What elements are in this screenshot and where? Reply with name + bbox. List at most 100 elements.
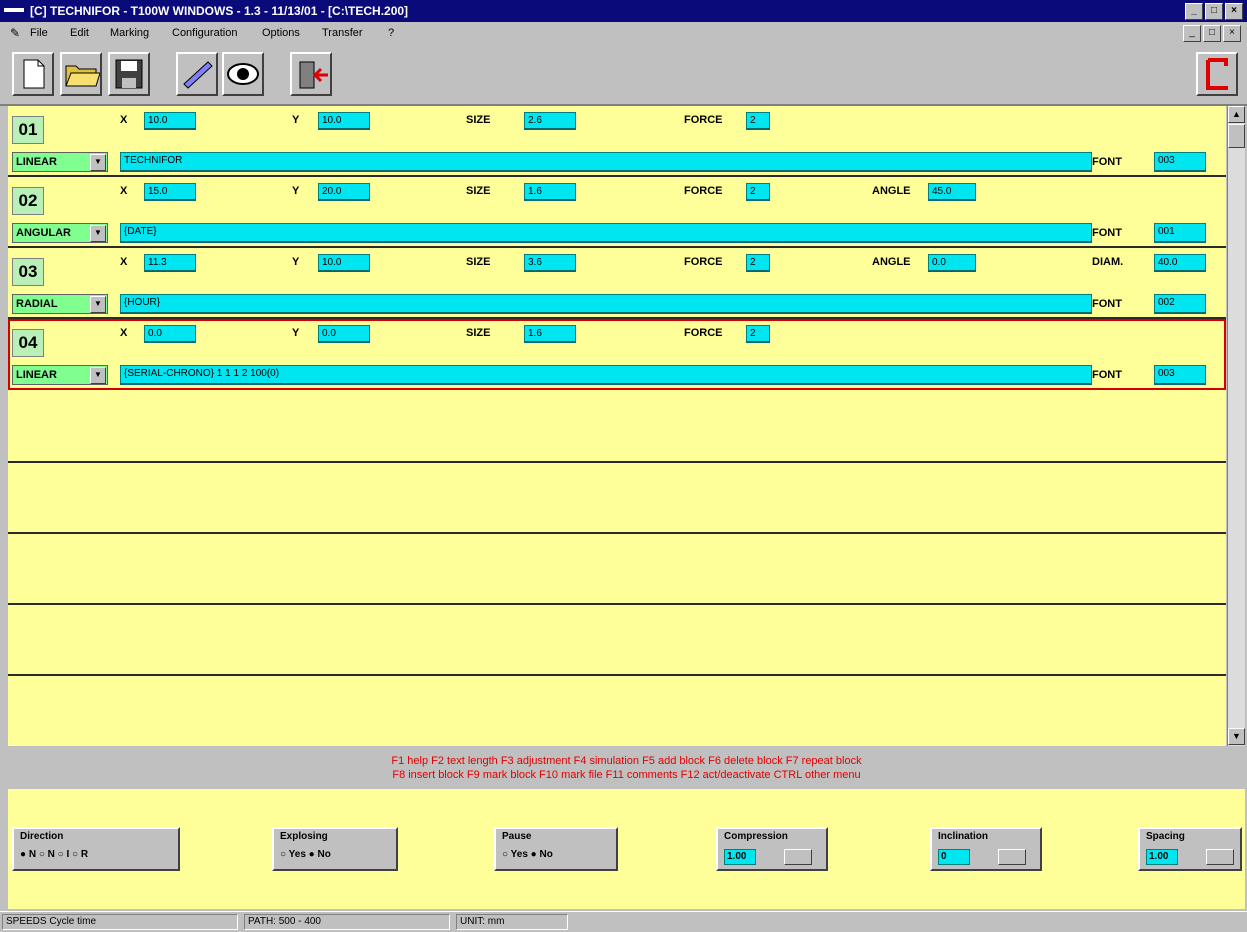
empty-block-row[interactable] xyxy=(8,534,1226,605)
y-field[interactable]: 0.0 xyxy=(318,325,370,343)
block-number: 03 xyxy=(12,258,44,286)
vertical-scrollbar[interactable]: ▲ ▼ xyxy=(1227,106,1245,746)
scroll-up-button[interactable]: ▲ xyxy=(1228,106,1245,123)
explosing-radios[interactable]: ○ Yes ● No xyxy=(280,849,331,860)
mode-select[interactable]: RADIAL ▼ xyxy=(12,294,108,314)
menu-marking[interactable]: Marking xyxy=(110,27,149,39)
mode-select[interactable]: LINEAR ▼ xyxy=(12,365,108,385)
size-field[interactable]: 2.6 xyxy=(524,112,576,130)
font-field[interactable]: 003 xyxy=(1154,365,1206,385)
compression-field[interactable]: 1.00 xyxy=(724,849,756,865)
marking-block-01[interactable]: 01 X 10.0 Y 10.0 SIZE 2.6 FORCE 2 LINEAR… xyxy=(8,106,1226,177)
font-field[interactable]: 002 xyxy=(1154,294,1206,314)
doc-minimize-button[interactable]: _ xyxy=(1183,25,1201,42)
compression-group[interactable]: Compression 1.00 xyxy=(716,827,828,871)
force-label: FORCE xyxy=(684,256,723,268)
empty-block-row[interactable] xyxy=(8,605,1226,676)
inclination-spin-button[interactable] xyxy=(998,849,1026,865)
font-field[interactable]: 003 xyxy=(1154,152,1206,172)
marking-block-02[interactable]: 02 X 15.0 Y 20.0 SIZE 1.6 FORCE 2 ANGLE … xyxy=(8,177,1226,248)
mode-value: RADIAL xyxy=(16,298,58,310)
force-label: FORCE xyxy=(684,185,723,197)
save-file-button[interactable] xyxy=(108,52,150,96)
size-field[interactable]: 1.6 xyxy=(524,183,576,201)
new-file-button[interactable] xyxy=(12,52,54,96)
font-field[interactable]: 001 xyxy=(1154,223,1206,243)
menu-file[interactable]: File xyxy=(30,27,48,39)
inclination-field[interactable]: 0 xyxy=(938,849,970,865)
angle-field[interactable]: 0.0 xyxy=(928,254,976,272)
inclination-title: Inclination xyxy=(938,831,988,842)
x-field[interactable]: 11.3 xyxy=(144,254,196,272)
mode-select[interactable]: LINEAR ▼ xyxy=(12,152,108,172)
technifor-logo-icon xyxy=(1206,58,1228,90)
text-field[interactable]: {SERIAL-CHRONO} 1 1 1 2 100(0) xyxy=(120,365,1092,385)
spacing-spin-button[interactable] xyxy=(1206,849,1234,865)
angle-label: ANGLE xyxy=(872,185,911,197)
maximize-button[interactable]: □ xyxy=(1205,3,1223,20)
chevron-down-icon[interactable]: ▼ xyxy=(90,296,106,313)
y-field[interactable]: 10.0 xyxy=(318,112,370,130)
doc-close-button[interactable]: × xyxy=(1223,25,1241,42)
empty-block-row[interactable] xyxy=(8,676,1226,746)
mode-select[interactable]: ANGULAR ▼ xyxy=(12,223,108,243)
system-menu-icon[interactable] xyxy=(4,8,24,12)
x-field[interactable]: 15.0 xyxy=(144,183,196,201)
block-number: 04 xyxy=(12,329,44,357)
menu-help[interactable]: ? xyxy=(388,27,394,39)
chevron-down-icon[interactable]: ▼ xyxy=(90,154,106,171)
force-field[interactable]: 2 xyxy=(746,254,770,272)
minimize-button[interactable]: _ xyxy=(1185,3,1203,20)
direction-title: Direction xyxy=(20,831,64,842)
direction-group[interactable]: Direction ● N ○ N ○ I ○ R xyxy=(12,827,180,871)
menu-transfer[interactable]: Transfer xyxy=(322,27,363,39)
font-label: FONT xyxy=(1092,227,1122,239)
y-label: Y xyxy=(292,185,300,197)
y-field[interactable]: 10.0 xyxy=(318,254,370,272)
open-file-button[interactable] xyxy=(60,52,102,96)
diameter-field[interactable]: 40.0 xyxy=(1154,254,1206,272)
explosing-group[interactable]: Explosing ○ Yes ● No xyxy=(272,827,398,871)
size-field[interactable]: 3.6 xyxy=(524,254,576,272)
compression-spin-button[interactable] xyxy=(784,849,812,865)
chevron-down-icon[interactable]: ▼ xyxy=(90,225,106,242)
font-label: FONT xyxy=(1092,369,1122,381)
size-field[interactable]: 1.6 xyxy=(524,325,576,343)
simulation-button[interactable] xyxy=(222,52,264,96)
marking-block-03[interactable]: 03 X 11.3 Y 10.0 SIZE 3.6 FORCE 2 ANGLE … xyxy=(8,248,1226,319)
close-button[interactable]: × xyxy=(1225,3,1243,20)
y-field[interactable]: 20.0 xyxy=(318,183,370,201)
x-field[interactable]: 0.0 xyxy=(144,325,196,343)
function-key-help: F1 help F2 text length F3 adjustment F4 … xyxy=(8,749,1245,789)
force-field[interactable]: 2 xyxy=(746,183,770,201)
scroll-thumb[interactable] xyxy=(1228,124,1245,148)
pause-group[interactable]: Pause ○ Yes ● No xyxy=(494,827,618,871)
angle-field[interactable]: 45.0 xyxy=(928,183,976,201)
chevron-down-icon[interactable]: ▼ xyxy=(90,367,106,384)
menu-options[interactable]: Options xyxy=(262,27,300,39)
doc-restore-button[interactable]: □ xyxy=(1203,25,1221,42)
menu-configuration[interactable]: Configuration xyxy=(172,27,237,39)
scroll-down-button[interactable]: ▼ xyxy=(1228,728,1245,745)
force-field[interactable]: 2 xyxy=(746,112,770,130)
force-field[interactable]: 2 xyxy=(746,325,770,343)
x-field[interactable]: 10.0 xyxy=(144,112,196,130)
marking-button[interactable] xyxy=(176,52,218,96)
pen-icon xyxy=(183,61,213,89)
marking-block-04[interactable]: 04 X 0.0 Y 0.0 SIZE 1.6 FORCE 2 LINEAR ▼ … xyxy=(8,319,1226,390)
spacing-field[interactable]: 1.00 xyxy=(1146,849,1178,865)
spacing-group[interactable]: Spacing 1.00 xyxy=(1138,827,1242,871)
menu-edit[interactable]: Edit xyxy=(70,27,89,39)
technifor-logo-button[interactable] xyxy=(1196,52,1238,96)
pause-radios[interactable]: ○ Yes ● No xyxy=(502,849,553,860)
size-label: SIZE xyxy=(466,185,491,197)
text-field[interactable]: {HOUR} xyxy=(120,294,1092,314)
inclination-group[interactable]: Inclination 0 xyxy=(930,827,1042,871)
text-field[interactable]: TECHNIFOR xyxy=(120,152,1092,172)
text-field[interactable]: {DATE} xyxy=(120,223,1092,243)
new-file-icon xyxy=(23,59,45,89)
direction-radios[interactable]: ● N ○ N ○ I ○ R xyxy=(20,849,88,860)
exit-button[interactable] xyxy=(290,52,332,96)
empty-block-row[interactable] xyxy=(8,392,1226,463)
empty-block-row[interactable] xyxy=(8,463,1226,534)
